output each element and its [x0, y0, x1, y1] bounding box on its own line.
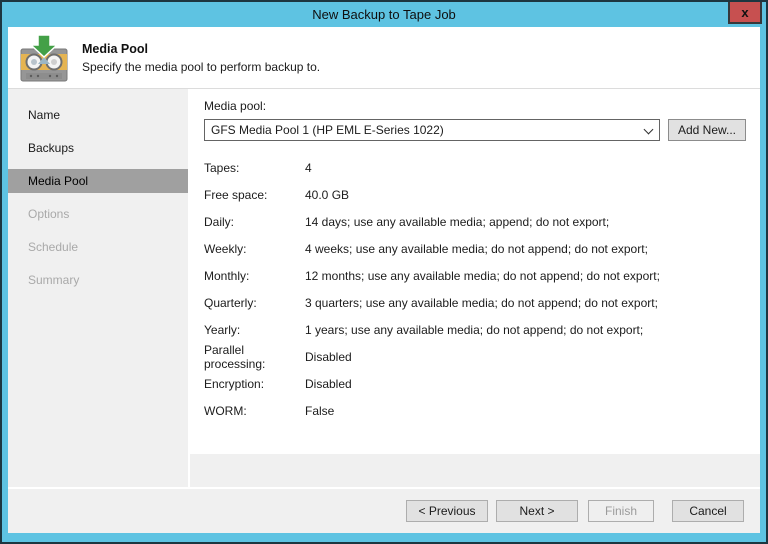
detail-label: WORM: [204, 403, 247, 418]
detail-row-weekly: Weekly: 4 weeks; use any available media… [204, 235, 746, 262]
wizard-footer: < Previous Next > Finish Cancel [8, 489, 760, 533]
detail-row-quarterly: Quarterly: 3 quarters; use any available… [204, 289, 746, 316]
sidebar-item-media-pool[interactable]: Media Pool [8, 169, 188, 193]
sidebar-item-options: Options [28, 207, 70, 221]
detail-label: Tapes: [204, 160, 240, 175]
sidebar-item-summary: Summary [28, 273, 80, 287]
finish-button: Finish [588, 500, 654, 522]
detail-label: Free space: [204, 187, 268, 202]
title-bar: New Backup to Tape Job x [2, 2, 766, 27]
media-pool-combo-row: GFS Media Pool 1 (HP EML E-Series 1022) … [204, 119, 746, 141]
sidebar-item-schedule: Schedule [28, 240, 79, 254]
detail-row-yearly: Yearly: 1 years; use any available media… [204, 316, 746, 343]
detail-row-parallel-processing: Parallel processing: Disabled [204, 342, 746, 371]
detail-value: Disabled [305, 349, 352, 364]
detail-row-encryption: Encryption: Disabled [204, 370, 746, 397]
detail-row-worm: WORM: False [204, 397, 746, 424]
media-pool-selected-value: GFS Media Pool 1 (HP EML E-Series 1022) [211, 123, 444, 137]
detail-label: Encryption: [204, 376, 265, 391]
detail-row-free-space: Free space: 40.0 GB [204, 181, 746, 208]
dialog-frame: Media Pool Specify the media pool to per… [8, 27, 760, 533]
detail-value: 40.0 GB [305, 187, 350, 202]
close-icon: x [741, 4, 749, 20]
window-title: New Backup to Tape Job [312, 7, 456, 22]
step-subtitle: Specify the media pool to perform backup… [82, 59, 321, 74]
detail-label: Monthly: [204, 268, 250, 283]
close-button[interactable]: x [728, 2, 762, 24]
detail-value: 14 days; use any available media; append… [305, 214, 610, 229]
wizard-body: Name Backups Media Pool Options Schedule… [8, 89, 760, 487]
detail-label: Parallel processing: [204, 342, 266, 371]
detail-value: 3 quarters; use any available media; do … [305, 295, 658, 310]
tape-media-pool-icon [18, 33, 70, 83]
previous-button[interactable]: < Previous [406, 500, 488, 522]
detail-label: Weekly: [204, 241, 247, 256]
detail-value: False [305, 403, 335, 418]
detail-value: Disabled [305, 376, 352, 391]
detail-value: 4 weeks; use any available media; do not… [305, 241, 648, 256]
media-pool-label: Media pool: [204, 99, 267, 113]
add-new-button[interactable]: Add New... [668, 119, 746, 141]
next-button[interactable]: Next > [496, 500, 578, 522]
wizard-header: Media Pool Specify the media pool to per… [8, 27, 760, 89]
detail-label: Yearly: [204, 322, 241, 337]
media-pool-details: Tapes: 4 Free space: 40.0 GB Daily: 14 d… [204, 154, 746, 424]
detail-value: 4 [305, 160, 312, 175]
chevron-down-icon[interactable] [644, 126, 653, 135]
detail-row-daily: Daily: 14 days; use any available media;… [204, 208, 746, 235]
cancel-button[interactable]: Cancel [672, 500, 744, 522]
detail-label: Daily: [204, 214, 235, 229]
sidebar-item-backups[interactable]: Backups [8, 136, 188, 160]
detail-label: Quarterly: [204, 295, 257, 310]
sidebar-item-name[interactable]: Name [8, 103, 188, 127]
media-pool-select[interactable]: GFS Media Pool 1 (HP EML E-Series 1022) [204, 119, 660, 141]
wizard-dialog: New Backup to Tape Job x Media Pool Spec… [0, 0, 768, 544]
panel-bottom-spacer [190, 454, 760, 487]
detail-row-monthly: Monthly: 12 months; use any available me… [204, 262, 746, 289]
wizard-steps-sidebar: Name Backups Media Pool Options Schedule… [8, 89, 190, 487]
detail-row-tapes: Tapes: 4 [204, 154, 746, 181]
detail-value: 12 months; use any available media; do n… [305, 268, 660, 283]
media-pool-panel: Media pool: GFS Media Pool 1 (HP EML E-S… [190, 89, 760, 487]
header-text: Media Pool Specify the media pool to per… [82, 42, 320, 74]
step-title: Media Pool [82, 41, 148, 56]
detail-value: 1 years; use any available media; do not… [305, 322, 644, 337]
